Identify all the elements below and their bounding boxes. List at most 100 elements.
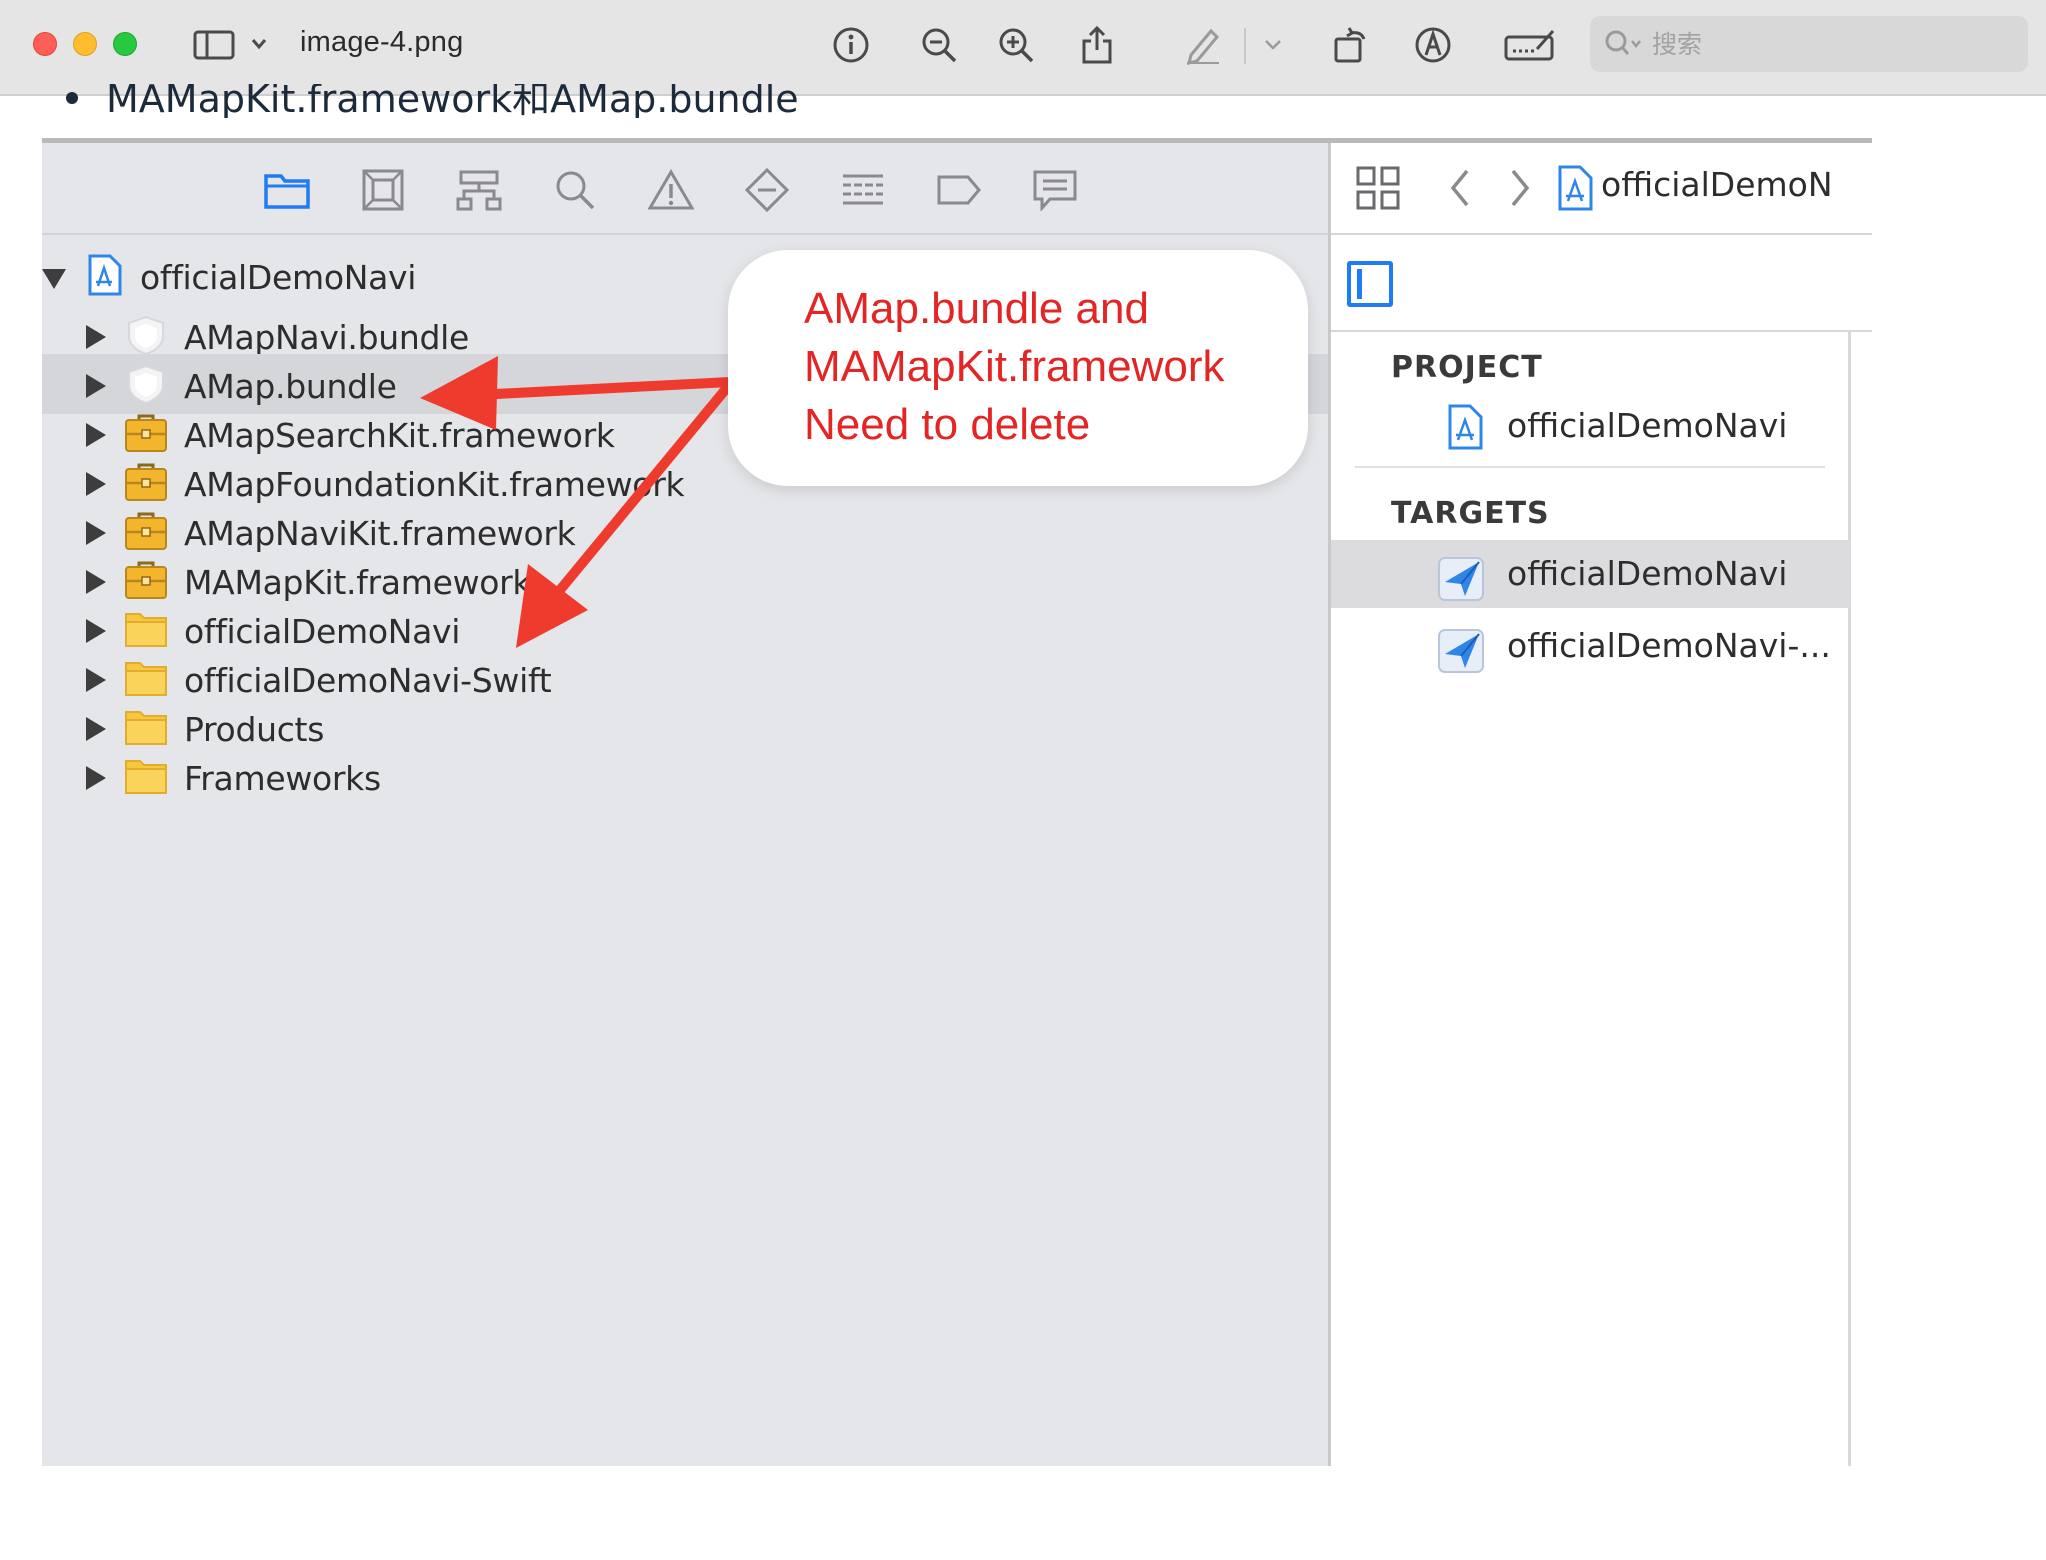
project-file-icon xyxy=(1558,165,1593,211)
jump-bar-breadcrumb[interactable]: officialDemoN xyxy=(1601,165,1833,204)
annotation-callout: AMap.bundle and MAMapKit.framework Need … xyxy=(728,250,1308,486)
info-icon xyxy=(833,27,869,63)
rotate-icon xyxy=(1334,27,1366,63)
zoom-in-icon xyxy=(999,28,1034,63)
signature-button[interactable] xyxy=(1500,22,1560,68)
info-button[interactable] xyxy=(828,22,874,68)
framework-icon xyxy=(124,461,168,503)
share-icon xyxy=(1082,25,1112,64)
app-target-icon xyxy=(1438,629,1484,673)
tree-row-label: officialDemoNavi xyxy=(184,612,461,651)
zoom-window-button[interactable] xyxy=(113,32,137,56)
tree-row-label: Products xyxy=(184,710,325,749)
project-item-label: officialDemoNavi xyxy=(1507,406,1788,445)
pencil-icon xyxy=(1186,28,1220,65)
toolbar-divider xyxy=(1244,28,1246,64)
editor-sidebar-toggle[interactable] xyxy=(1347,261,1393,307)
warning-icon xyxy=(648,169,694,210)
bundle-icon xyxy=(124,363,168,405)
disclosure-right-icon[interactable] xyxy=(86,472,106,496)
folder-icon xyxy=(124,755,168,797)
framework-icon xyxy=(124,412,168,454)
folder-icon xyxy=(124,657,168,699)
project-editor-pane: officialDemoN PROJECT officialDemoNavi T… xyxy=(1331,143,1872,1466)
targets-section-header: TARGETS xyxy=(1391,496,1550,531)
project-navigator-tab[interactable] xyxy=(262,167,312,213)
sidebar-toggle-button[interactable] xyxy=(192,22,272,68)
tree-row-label: officialDemoNavi-Swift xyxy=(184,661,552,700)
project-file-icon xyxy=(88,254,122,296)
chevron-right-icon[interactable] xyxy=(1505,165,1535,211)
search-input[interactable] xyxy=(1652,29,1992,59)
disclosure-right-icon[interactable] xyxy=(86,668,106,692)
target-item-label: officialDemoNavi-... xyxy=(1507,626,1831,665)
share-button[interactable] xyxy=(1074,22,1120,68)
disclosure-right-icon[interactable] xyxy=(86,521,106,545)
annotate-button[interactable] xyxy=(1410,22,1456,68)
zoom-out-icon xyxy=(922,28,957,63)
hierarchy-icon xyxy=(456,170,502,211)
tree-row-label: AMapFoundationKit.framework xyxy=(184,465,685,504)
debug-navigator-tab[interactable] xyxy=(838,167,888,213)
target-item[interactable]: officialDemoNavi-... xyxy=(1331,612,1851,680)
section-divider xyxy=(1355,466,1825,468)
list-icon xyxy=(843,174,883,205)
zoom-out-button[interactable] xyxy=(916,22,962,68)
related-items-icon[interactable] xyxy=(1355,165,1401,211)
breakpoint-navigator-tab[interactable] xyxy=(934,167,984,213)
tree-row[interactable]: Frameworks xyxy=(42,746,1328,806)
tree-row-label: AMapNaviKit.framework xyxy=(184,514,576,553)
navigator-toolbar xyxy=(42,143,1328,235)
tree-row-label: MAMapKit.framework xyxy=(184,563,532,602)
bundle-icon xyxy=(124,314,168,356)
framework-icon xyxy=(124,510,168,552)
window-toolbar: image-4.png xyxy=(0,0,2046,96)
tree-row-label: officialDemoNavi xyxy=(140,258,417,297)
markup-menu-button[interactable] xyxy=(1258,22,1288,68)
report-navigator-tab[interactable] xyxy=(1030,167,1080,213)
rotate-button[interactable] xyxy=(1328,22,1374,68)
disclosure-right-icon[interactable] xyxy=(86,717,106,741)
sidebar-icon xyxy=(193,30,267,60)
disclosure-right-icon[interactable] xyxy=(86,374,106,398)
minimize-window-button[interactable] xyxy=(73,32,97,56)
doc-bullet: MAMapKit.framework和AMap.bundle xyxy=(62,84,1862,118)
folder-icon xyxy=(124,706,168,748)
test-navigator-tab[interactable] xyxy=(742,167,792,213)
disclosure-right-icon[interactable] xyxy=(86,423,106,447)
markup-button[interactable] xyxy=(1180,22,1226,68)
close-window-button[interactable] xyxy=(33,32,57,56)
chevron-down-icon xyxy=(1265,40,1281,50)
disclosure-right-icon[interactable] xyxy=(86,766,106,790)
disclosure-right-icon[interactable] xyxy=(86,619,106,643)
find-navigator-tab[interactable] xyxy=(550,167,600,213)
tree-row-label: AMapSearchKit.framework xyxy=(184,416,615,455)
bullet-dot xyxy=(66,92,78,104)
folder-icon xyxy=(124,608,168,650)
issue-navigator-tab[interactable] xyxy=(646,167,696,213)
project-file-icon xyxy=(1448,404,1483,450)
disclosure-right-icon[interactable] xyxy=(86,325,106,349)
signature-icon xyxy=(1504,30,1555,61)
search-field[interactable] xyxy=(1590,16,2028,72)
search-icon xyxy=(1605,30,1641,55)
disclosure-down-icon[interactable] xyxy=(42,269,66,289)
target-item[interactable]: officialDemoNavi xyxy=(1331,540,1851,608)
project-item[interactable]: officialDemoNavi xyxy=(1331,392,1851,460)
bullet-text: MAMapKit.framework和AMap.bundle xyxy=(106,84,799,118)
framework-icon xyxy=(124,559,168,601)
search-icon xyxy=(556,171,595,210)
zoom-in-button[interactable] xyxy=(993,22,1039,68)
disclosure-right-icon[interactable] xyxy=(86,570,106,594)
project-section-header: PROJECT xyxy=(1391,350,1543,385)
annotation-text: AMap.bundle and MAMapKit.framework Need … xyxy=(804,284,1225,449)
app-target-icon xyxy=(1438,557,1484,601)
breakpoint-icon xyxy=(937,175,981,205)
tree-row-label: AMapNavi.bundle xyxy=(184,318,470,357)
symbol-navigator-tab[interactable] xyxy=(454,167,504,213)
tree-row-label: Frameworks xyxy=(184,759,381,798)
project-target-list: PROJECT officialDemoNavi TARGETS officia… xyxy=(1331,332,1851,1466)
source-control-tab[interactable] xyxy=(358,167,408,213)
pen-circle-icon xyxy=(1415,27,1451,63)
chevron-left-icon[interactable] xyxy=(1445,165,1475,211)
